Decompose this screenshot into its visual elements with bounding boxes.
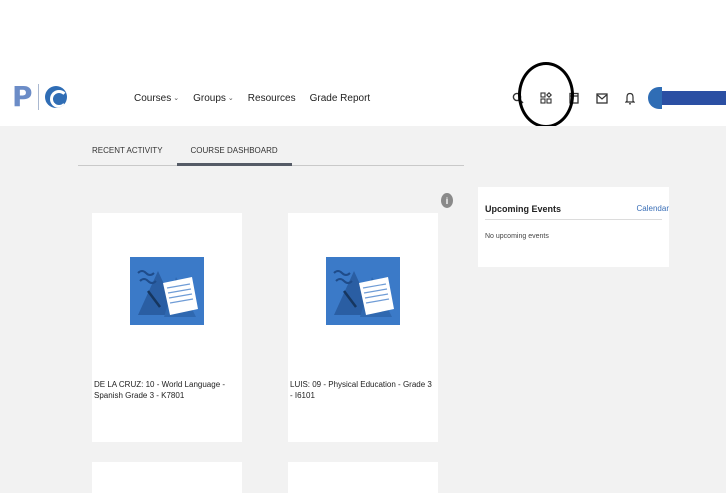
top-navigation-bar: P Courses ⌄ Groups ⌄ Resources Grade Rep…	[0, 70, 726, 126]
chevron-down-icon: ⌄	[173, 95, 180, 102]
dashboard-tabs: RECENT ACTIVITY COURSE DASHBOARD	[78, 144, 464, 166]
nav-grade-report-label: Grade Report	[309, 92, 371, 104]
course-card-partial[interactable]	[92, 462, 242, 493]
info-icon[interactable]: i	[441, 193, 453, 208]
main-nav: Courses ⌄ Groups ⌄ Resources Grade Repor…	[134, 70, 384, 126]
logo-letter: P	[12, 80, 33, 113]
tab-recent-activity-label: RECENT ACTIVITY	[92, 146, 163, 155]
course-card-partial[interactable]	[288, 462, 438, 493]
calendar-icon[interactable]	[566, 90, 582, 106]
upcoming-events-header: Upcoming Events Calendar	[485, 204, 669, 220]
search-icon[interactable]	[510, 90, 526, 106]
upcoming-events-title: Upcoming Events	[485, 204, 562, 214]
tab-course-dashboard-label: COURSE DASHBOARD	[190, 146, 278, 155]
course-thumbnail-icon	[130, 257, 204, 325]
nav-courses[interactable]: Courses ⌄	[134, 93, 179, 104]
nav-groups[interactable]: Groups ⌄	[193, 93, 234, 104]
logo-divider	[37, 84, 39, 110]
bell-icon[interactable]	[622, 90, 638, 106]
course-thumbnail-icon	[326, 257, 400, 325]
nav-courses-label: Courses	[134, 92, 172, 104]
header-icons	[510, 70, 726, 126]
tab-course-dashboard[interactable]: COURSE DASHBOARD	[176, 144, 292, 166]
logo-mark-icon	[44, 86, 67, 108]
main-content: RECENT ACTIVITY COURSE DASHBOARD i DE LA…	[0, 126, 726, 493]
calendar-link[interactable]: Calendar	[637, 204, 669, 213]
user-name-redacted[interactable]	[662, 91, 726, 105]
course-title[interactable]: DE LA CRUZ: 10 - World Language - Spanis…	[94, 379, 239, 401]
tab-recent-activity[interactable]: RECENT ACTIVITY	[78, 144, 177, 166]
course-title[interactable]: LUIS: 09 - Physical Education - Grade 3 …	[290, 379, 435, 401]
mail-icon[interactable]	[594, 90, 610, 106]
nav-groups-label: Groups	[193, 92, 226, 104]
info-glyph: i	[445, 195, 449, 206]
app-logo[interactable]: P	[12, 82, 67, 112]
chevron-down-icon: ⌄	[227, 95, 234, 102]
course-card[interactable]: LUIS: 09 - Physical Education - Grade 3 …	[288, 213, 438, 442]
upcoming-events-panel: Upcoming Events Calendar No upcoming eve…	[478, 187, 669, 267]
nav-grade-report[interactable]: Grade Report	[310, 93, 371, 104]
nav-resources-label: Resources	[247, 92, 296, 104]
apps-grid-icon[interactable]	[538, 90, 554, 106]
nav-resources[interactable]: Resources	[248, 93, 296, 104]
avatar[interactable]	[648, 87, 662, 109]
course-card[interactable]: DE LA CRUZ: 10 - World Language - Spanis…	[92, 213, 242, 442]
no-events-text: No upcoming events	[485, 233, 549, 240]
